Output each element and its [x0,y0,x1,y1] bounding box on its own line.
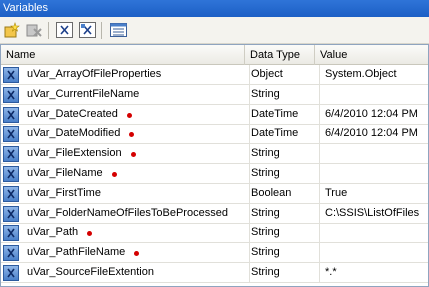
choose-columns-icon[interactable] [109,21,128,39]
variable-data-type[interactable]: String [249,144,315,164]
variable-name: uVar_Path [27,226,79,239]
variable-icon [3,146,19,163]
variable-value[interactable]: 6/4/2010 12:04 PM [319,104,428,124]
variable-name: uVar_FolderNameOfFilesToBeProcessed [27,206,228,219]
variable-value[interactable]: True [319,183,428,203]
variable-icon [3,166,19,182]
table-row[interactable]: uVar_ArrayOfFileProperties Object System.O… [1,65,428,85]
variable-icon [3,185,19,202]
marker-dot [126,112,132,118]
grid-header: Name Data Type Value [1,45,428,65]
variable-value[interactable]: System.Object [319,65,428,84]
variable-name: uVar_ArrayOfFileProperties [27,68,162,80]
variable-value[interactable] [319,144,428,164]
show-system-variables-icon[interactable] [55,21,74,39]
table-row[interactable]: uVar_CurrentFileName String [1,84,428,105]
variable-data-type[interactable]: DateTime [249,124,315,144]
variable-value[interactable]: C:\SSIS\ListOfFiles [319,203,428,223]
variable-data-type[interactable]: String [249,243,315,263]
variables-grid: Name Data Type Value uVar_ArrayOfFilePro… [0,44,429,287]
column-header-name[interactable]: Name [1,45,245,65]
table-row[interactable]: uVar_FolderNameOfFilesToBeProcessed Strin… [1,203,428,224]
add-variable-icon[interactable] [3,21,22,39]
variable-value[interactable] [319,223,428,243]
table-row[interactable]: uVar_Path String [1,223,428,244]
variable-value[interactable]: *.* [319,263,428,282]
variable-icon [3,126,19,143]
variable-value[interactable]: 6/4/2010 12:04 PM [319,124,428,144]
variable-name: uVar_SourceFileExtention [27,266,154,278]
variable-icon [3,86,19,103]
variable-icon [3,245,19,262]
variable-name: uVar_FileName [27,167,103,179]
table-row[interactable]: uVar_DateModified DateTime 6/4/2010 12:04 … [1,124,428,145]
variable-data-type[interactable]: String [249,164,315,183]
variable-data-type[interactable]: String [249,203,315,223]
window-title: Variables [0,0,429,17]
column-header-value[interactable]: Value [315,45,428,65]
variable-icon [3,265,19,281]
variable-data-type[interactable]: String [249,84,315,104]
table-row[interactable]: uVar_SourceFileExtention String *.* [1,263,428,283]
variable-data-type[interactable]: Object [249,65,315,84]
toolbar-separator [101,22,102,39]
table-row[interactable]: uVar_PathFileName String [1,243,428,264]
variable-icon [3,205,19,222]
variable-data-type[interactable]: String [249,263,315,282]
variable-name: uVar_DateModified [27,127,121,140]
variable-icon [3,67,19,83]
variable-data-type[interactable]: Boolean [249,183,315,203]
variable-name: uVar_FileExtension [27,147,122,160]
variable-name: uVar_DateCreated [27,107,118,120]
variable-value[interactable] [319,84,428,104]
variable-value[interactable] [319,164,428,183]
marker-dot [111,172,117,177]
table-row[interactable]: uVar_FileName String [1,164,428,184]
variable-icon [3,225,19,242]
toolbar-separator [48,22,49,39]
variable-value[interactable] [319,243,428,263]
toolbar [0,17,429,44]
variable-data-type[interactable]: DateTime [249,104,315,124]
show-all-variables-icon[interactable] [78,21,97,39]
marker-dot [130,152,136,158]
variable-name: uVar_CurrentFileName [27,87,140,100]
table-row[interactable]: uVar_DateCreated DateTime 6/4/2010 12:04 P… [1,104,428,125]
variable-data-type[interactable]: String [249,223,315,243]
table-row[interactable]: uVar_FirstTime Boolean True [1,183,428,204]
variable-icon [3,106,19,123]
delete-variable-icon[interactable] [25,21,44,39]
table-row[interactable]: uVar_FileExtension String [1,144,428,165]
column-header-data-type[interactable]: Data Type [245,45,315,65]
variable-name: uVar_FirstTime [27,186,101,199]
